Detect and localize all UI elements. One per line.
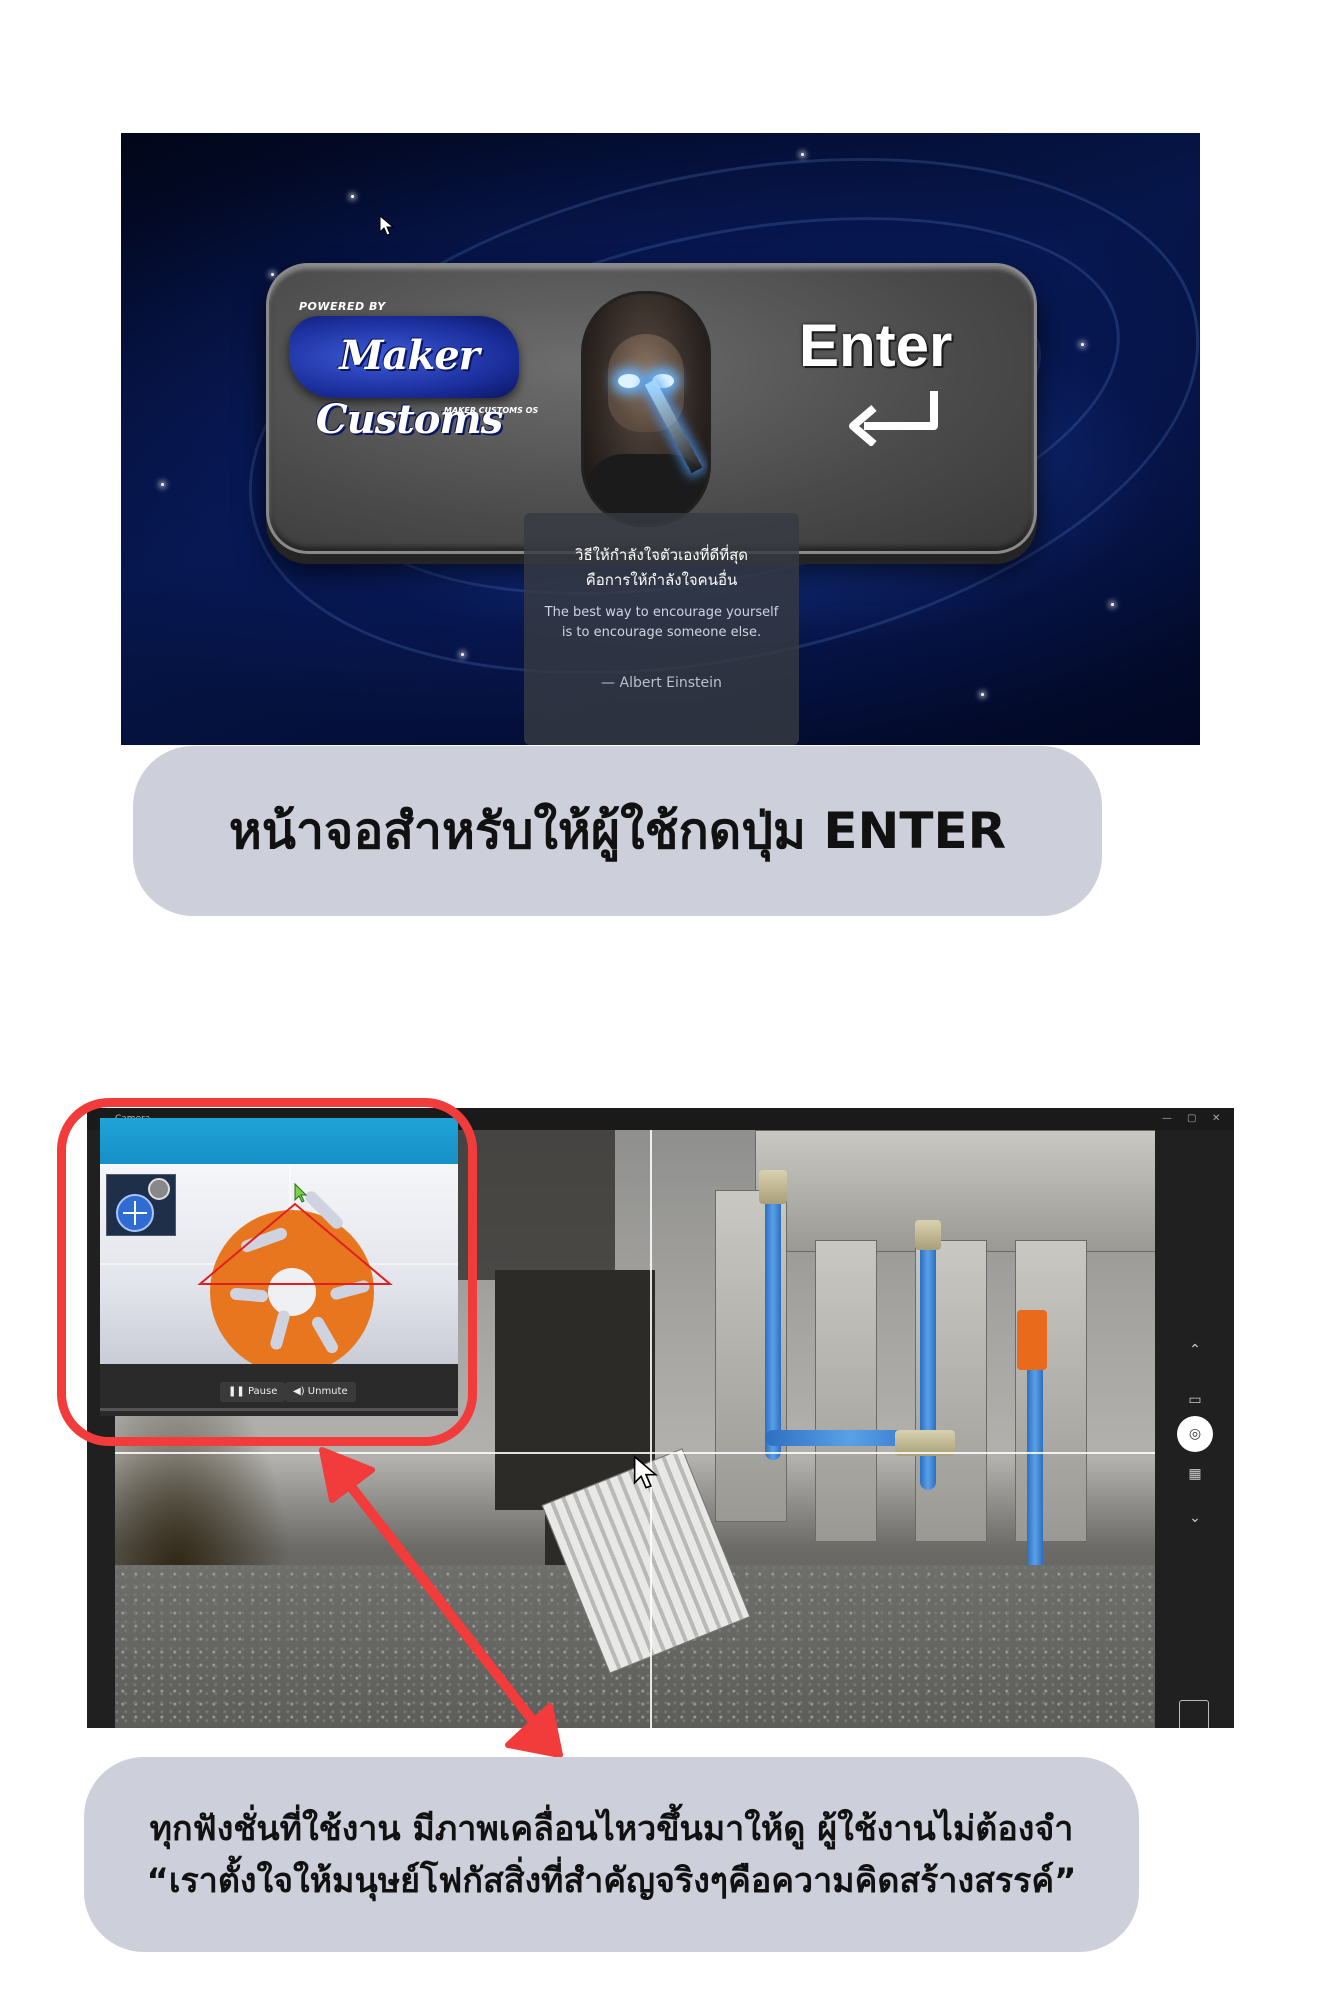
air-hose — [765, 1190, 781, 1460]
star — [271, 273, 274, 276]
video-icon[interactable]: ▭ — [1185, 1392, 1205, 1408]
star — [1111, 603, 1114, 606]
glowing-eye — [618, 374, 640, 388]
quote-english: The best way to encourage yourself is to… — [524, 603, 799, 643]
enter-key-graphic[interactable]: POWERED BY Maker Customs MAKER CUSTOMS O… — [266, 263, 1037, 554]
minimize-button[interactable]: — — [1162, 1108, 1172, 1130]
maximize-button[interactable]: ▢ — [1187, 1108, 1196, 1130]
enter-screen-screenshot: POWERED BY Maker Customs MAKER CUSTOMS O… — [121, 133, 1200, 745]
star — [981, 693, 984, 696]
logo-subtext: MAKER CUSTOMS OS — [444, 406, 539, 415]
hose-fitting — [759, 1170, 787, 1204]
quote-english-line: is to encourage someone else. — [561, 625, 762, 640]
star — [161, 483, 164, 486]
avatar — [581, 291, 711, 527]
grid-icon[interactable]: ▦ — [1185, 1466, 1205, 1482]
star — [1081, 343, 1084, 346]
close-button[interactable]: ✕ — [1212, 1108, 1220, 1130]
quote-english-line: The best way to encourage yourself — [544, 605, 779, 620]
enter-key-label: Enter — [799, 312, 953, 379]
mouse-cursor-icon — [379, 215, 395, 236]
caption-line: “เราตั้งใจให้มนุษย์โฟกัสสิ่งที่สำคัญจริง… — [146, 1860, 1077, 1901]
machine-part — [1015, 1240, 1087, 1542]
quote-thai-line: คือการให้กำลังใจคนอื่น — [585, 571, 738, 589]
crosshair-vertical — [650, 1130, 652, 1728]
return-arrow-icon — [849, 391, 938, 446]
gallery-thumbnail[interactable] — [1179, 1700, 1209, 1728]
hose-fitting — [915, 1220, 941, 1250]
camera-controls-rail: ⌃ ▭ ◎ ▦ ⌄ — [1155, 1130, 1234, 1728]
highlight-frame — [57, 1098, 477, 1446]
chevron-up-icon[interactable]: ⌃ — [1185, 1342, 1205, 1358]
star — [801, 153, 804, 156]
quote-author: — Albert Einstein — [601, 675, 722, 691]
orange-fitting — [1017, 1310, 1047, 1370]
quote-card: วิธีให้กำลังใจตัวเองที่ดีที่สุด คือการให… — [524, 513, 799, 745]
star — [461, 653, 464, 656]
logo-text: Maker Customs — [315, 332, 503, 443]
caption-line: ทุกฟังชั่นที่ใช้งาน มีภาพเคลื่อนไหวขึ้นม… — [149, 1808, 1074, 1849]
caption-feature-animation: ทุกฟังชั่นที่ใช้งาน มีภาพเคลื่อนไหวขึ้นม… — [84, 1757, 1139, 1952]
quote-thai: วิธีให้กำลังใจตัวเองที่ดีที่สุด คือการให… — [524, 543, 799, 593]
quote-thai-line: วิธีให้กำลังใจตัวเองที่ดีที่สุด — [575, 546, 748, 564]
camera-icon[interactable]: ◎ — [1177, 1416, 1213, 1452]
chevron-down-icon[interactable]: ⌄ — [1185, 1510, 1205, 1526]
crosshair-horizontal — [115, 1452, 1155, 1454]
powered-by-label: POWERED BY — [299, 300, 386, 313]
mouse-cursor-icon — [633, 1455, 658, 1489]
caption-enter-screen: หน้าจอสำหรับให้ผู้ใช้กดปุ่ม ENTER — [133, 746, 1102, 916]
machine-part — [755, 1130, 1155, 1252]
star — [351, 195, 354, 198]
machine-part — [815, 1240, 877, 1542]
